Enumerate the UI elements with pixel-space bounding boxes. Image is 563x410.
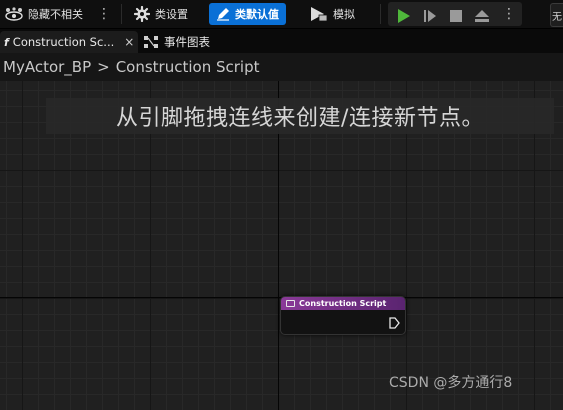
eye-icon	[4, 7, 24, 21]
play-button[interactable]	[394, 6, 414, 26]
play-controls: ⋮	[388, 2, 522, 26]
eject-icon	[474, 9, 490, 23]
class-settings-button[interactable]: 类设置	[134, 3, 188, 25]
graph-hint-banner: 从引脚拖拽连线来创建/连接新节点。	[46, 98, 554, 134]
breadcrumb-blueprint[interactable]: MyActor_BP	[3, 58, 91, 76]
toolbar-divider	[121, 4, 122, 24]
tab-event-graph[interactable]: 事件图表	[144, 31, 210, 53]
toolbar-divider	[380, 4, 381, 24]
stop-icon	[449, 9, 463, 23]
hide-unrelated-options-icon[interactable]: ⋮	[97, 4, 111, 24]
function-node-icon	[286, 300, 295, 307]
graph-tab-bar: f Construction Sc... × 事件图表	[0, 29, 563, 53]
simulate-button[interactable]: 模拟	[310, 3, 355, 25]
class-settings-label: 类设置	[155, 8, 188, 21]
event-graph-icon	[144, 36, 158, 48]
simulate-icon	[310, 6, 328, 22]
close-tab-icon[interactable]: ×	[124, 35, 134, 49]
play-options-icon[interactable]: ⋮	[502, 4, 516, 24]
tab-label: 事件图表	[164, 35, 210, 49]
breadcrumb-graph[interactable]: Construction Script	[116, 58, 260, 76]
watermark-text: CSDN @多方通行8	[389, 375, 513, 391]
simulate-label: 模拟	[333, 8, 355, 21]
step-button[interactable]	[420, 6, 440, 26]
breadcrumb-chevron-icon: >	[97, 58, 110, 76]
stop-button[interactable]	[446, 6, 466, 26]
main-toolbar: 隐藏不相关 ⋮ 类设置 类默认值 模拟 ⋮ 无	[0, 0, 563, 29]
play-icon	[397, 8, 411, 24]
overflow-button[interactable]: 无	[550, 3, 563, 27]
tab-label: Construction Sc...	[12, 35, 115, 49]
construction-script-node[interactable]: Construction Script	[280, 296, 406, 335]
graph-hint-text: 从引脚拖拽连线来创建/连接新节点。	[116, 106, 484, 131]
exec-output-pin-icon[interactable]	[388, 314, 400, 329]
hide-unrelated-label: 隐藏不相关	[28, 8, 83, 21]
node-title: Construction Script	[299, 299, 387, 308]
class-defaults-button[interactable]: 类默认值	[209, 3, 286, 25]
tab-construction-script[interactable]: f Construction Sc... ×	[0, 31, 138, 53]
pencil-icon	[216, 7, 230, 21]
class-defaults-label: 类默认值	[235, 8, 279, 21]
gear-icon	[134, 6, 150, 22]
eject-button[interactable]	[472, 6, 492, 26]
hide-unrelated-button[interactable]: 隐藏不相关	[4, 3, 83, 25]
overflow-label: 无	[552, 11, 562, 23]
function-icon: f	[4, 35, 9, 49]
breadcrumb: MyActor_BP > Construction Script	[0, 53, 563, 81]
node-header[interactable]: Construction Script	[281, 297, 405, 310]
step-icon	[423, 9, 437, 23]
graph-canvas[interactable]: 从引脚拖拽连线来创建/连接新节点。 Construction Script	[0, 81, 563, 410]
